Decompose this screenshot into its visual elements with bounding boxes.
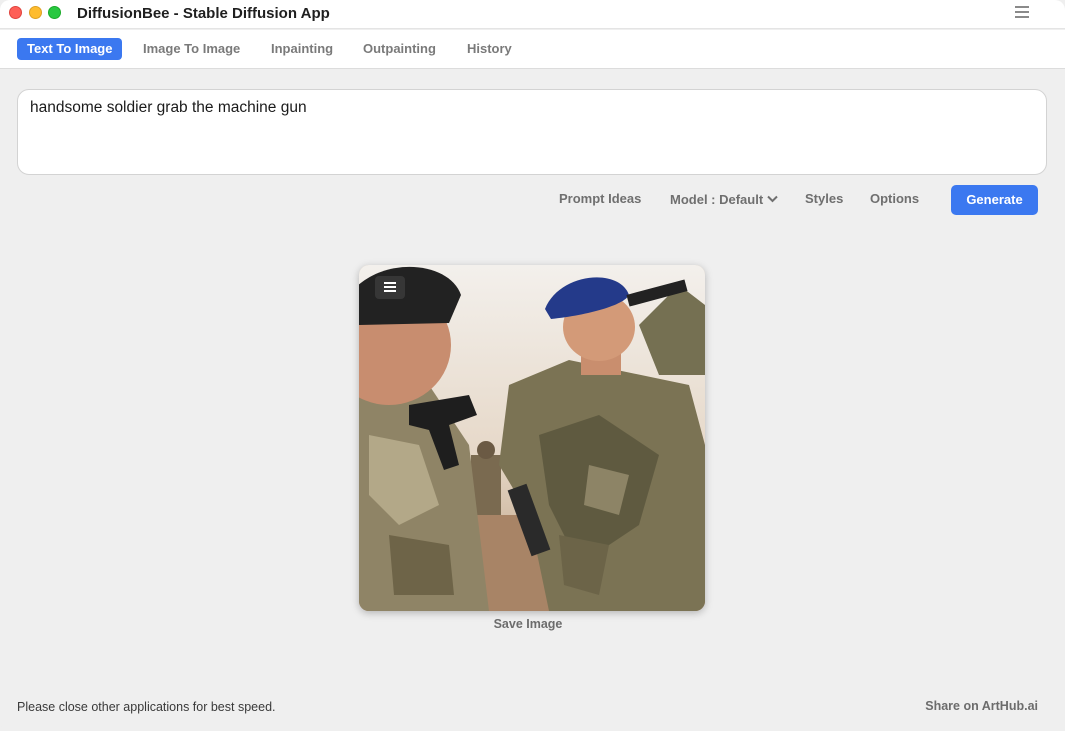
maximize-window-button[interactable] bbox=[48, 6, 61, 19]
tab-history[interactable]: History bbox=[457, 38, 522, 60]
tab-outpainting[interactable]: Outpainting bbox=[353, 38, 446, 60]
image-menu-icon[interactable] bbox=[375, 276, 405, 299]
styles-button[interactable]: Styles bbox=[805, 191, 843, 206]
tab-text-to-image[interactable]: Text To Image bbox=[17, 38, 123, 60]
window-title: DiffusionBee - Stable Diffusion App bbox=[77, 5, 330, 22]
tab-image-to-image[interactable]: Image To Image bbox=[133, 38, 250, 60]
model-select[interactable]: Model : Default bbox=[670, 191, 778, 207]
save-image-button[interactable]: Save Image bbox=[459, 617, 597, 631]
minimize-window-button[interactable] bbox=[29, 6, 42, 19]
tab-inpainting[interactable]: Inpainting bbox=[261, 38, 343, 60]
app-window: DiffusionBee - Stable Diffusion App Text… bbox=[0, 0, 1065, 731]
title-bar: DiffusionBee - Stable Diffusion App bbox=[0, 0, 1065, 29]
chevron-down-icon bbox=[767, 191, 778, 206]
close-window-button[interactable] bbox=[9, 6, 22, 19]
prompt-input[interactable]: handsome soldier grab the machine gun bbox=[17, 89, 1047, 175]
generated-image[interactable] bbox=[359, 265, 705, 611]
options-button[interactable]: Options bbox=[870, 191, 919, 206]
prompt-ideas-button[interactable]: Prompt Ideas bbox=[559, 191, 641, 206]
hamburger-menu-icon[interactable] bbox=[1015, 6, 1029, 18]
performance-hint: Please close other applications for best… bbox=[17, 700, 276, 714]
tab-bar: Text To Image Image To Image Inpainting … bbox=[0, 30, 1065, 69]
share-arthub-link[interactable]: Share on ArtHub.ai bbox=[925, 699, 1038, 713]
generated-image-art bbox=[359, 265, 705, 611]
generate-button[interactable]: Generate bbox=[951, 185, 1038, 215]
model-select-label: Model : Default bbox=[670, 192, 764, 207]
